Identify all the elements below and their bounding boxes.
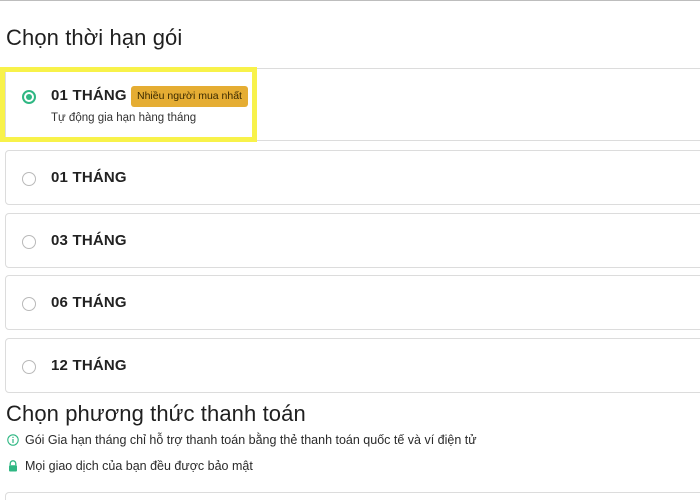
payment-note-info: Gói Gia hạn tháng chỉ hỗ trợ thanh toán … [7, 433, 477, 447]
radio-icon[interactable] [22, 235, 36, 249]
lock-icon [9, 460, 17, 472]
plan-option-1-month[interactable]: 01 THÁNG [5, 150, 700, 205]
plan-option-12-months[interactable]: 12 THÁNG [5, 338, 700, 393]
plan-option-1-month-auto[interactable]: 01 THÁNG Nhiều người mua nhất Tự động gi… [5, 68, 700, 141]
info-icon [7, 434, 19, 446]
plan-label: 12 THÁNG [51, 357, 127, 374]
radio-icon[interactable] [22, 172, 36, 186]
payment-note-text: Mọi giao dịch của bạn đều được bảo mật [25, 459, 253, 473]
radio-selected-icon[interactable] [22, 90, 36, 104]
plan-option-6-months[interactable]: 06 THÁNG [5, 275, 700, 330]
payment-note-text: Gói Gia hạn tháng chỉ hỗ trợ thanh toán … [25, 433, 477, 447]
plan-label: 01 THÁNG [51, 87, 127, 104]
plan-subtitle: Tự động gia hạn hàng tháng [51, 112, 197, 124]
plan-label: 06 THÁNG [51, 294, 127, 311]
top-divider [0, 0, 700, 1]
radio-icon[interactable] [22, 297, 36, 311]
payment-section-title: Chọn phương thức thanh toán [6, 401, 306, 426]
page: Chọn thời hạn gói 01 THÁNG Nhiều người m… [0, 0, 700, 500]
plan-label: 03 THÁNG [51, 232, 127, 249]
radio-icon[interactable] [22, 360, 36, 374]
plan-section-title: Chọn thời hạn gói [6, 25, 183, 50]
best-seller-badge: Nhiều người mua nhất [131, 86, 248, 107]
plan-label: 01 THÁNG [51, 169, 127, 186]
payment-method-card[interactable] [5, 492, 700, 500]
plan-option-3-months[interactable]: 03 THÁNG [5, 213, 700, 268]
payment-note-security: Mọi giao dịch của bạn đều được bảo mật [7, 459, 253, 473]
